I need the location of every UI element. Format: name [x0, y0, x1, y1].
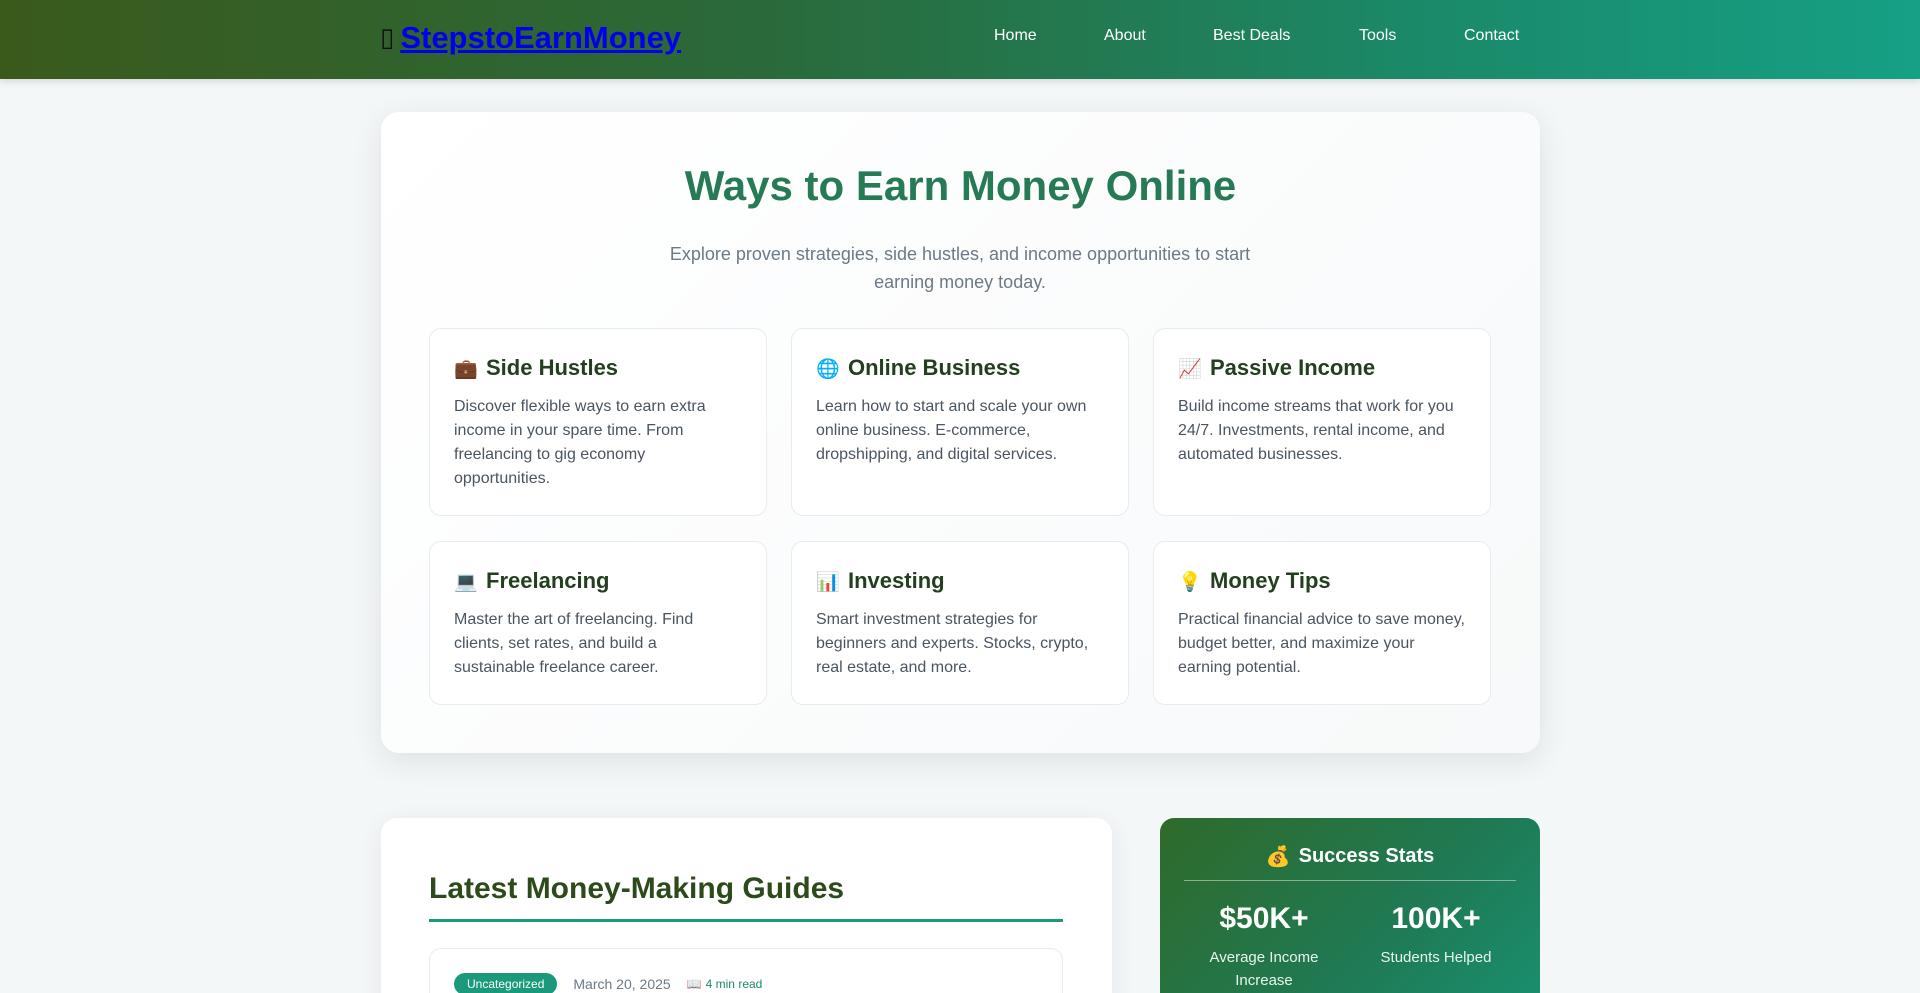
- card-description: Learn how to start and scale your own on…: [816, 398, 1087, 463]
- stats-title: 💰 Success Stats: [1160, 844, 1540, 869]
- hero-section: Ways to Earn Money Online Explore proven…: [381, 112, 1540, 753]
- nav-tools[interactable]: Tools: [1359, 27, 1396, 45]
- category-card-money-tips[interactable]: 💡 Money Tips Practical financial advice …: [1153, 541, 1491, 705]
- card-description: Smart investment strategies for beginner…: [816, 611, 1089, 676]
- category-card-passive-income[interactable]: 📈 Passive Income Build income streams th…: [1153, 328, 1491, 516]
- hero-title: Ways to Earn Money Online: [684, 162, 1237, 209]
- post-date: March 20, 2025: [573, 976, 671, 992]
- read-time-label: 4 min read: [705, 977, 763, 991]
- post-card[interactable]: Uncategorized March 20, 2025 📖 4 min rea…: [429, 948, 1063, 993]
- stat-label: Students Helped: [1380, 949, 1492, 966]
- section-title: Latest Money-Making Guides: [429, 872, 845, 905]
- category-card-side-hustles[interactable]: 💼 Side Hustles Discover flexible ways to…: [429, 328, 767, 516]
- lightbulb-icon: 💡: [1178, 570, 1202, 593]
- laptop-icon: 💻: [454, 570, 478, 593]
- nav-home[interactable]: Home: [994, 27, 1037, 45]
- read-time: 📖 4 min read: [687, 977, 763, 991]
- card-header: 💡 Money Tips: [1178, 568, 1466, 594]
- nav-about[interactable]: About: [1104, 27, 1146, 45]
- latest-guides-section: Latest Money-Making Guides Uncategorized…: [381, 818, 1112, 993]
- nav-best-deals[interactable]: Best Deals: [1213, 27, 1290, 45]
- stat-label: Average Income Increase: [1209, 949, 1319, 989]
- stat-item: 100K+ Students Helped: [1356, 902, 1516, 969]
- category-card-investing[interactable]: 📊 Investing Smart investment strategies …: [791, 541, 1129, 705]
- stat-value: $50K+: [1219, 902, 1309, 935]
- card-description: Practical financial advice to save money…: [1178, 611, 1465, 676]
- card-header: 💻 Freelancing: [454, 568, 742, 594]
- post-meta: Uncategorized March 20, 2025 📖 4 min rea…: [454, 973, 762, 993]
- card-title: Passive Income: [1210, 355, 1376, 380]
- money-bag-icon: 💰: [1265, 846, 1291, 868]
- card-title: Online Business: [848, 355, 1021, 380]
- stats-divider: [1184, 880, 1516, 881]
- briefcase-icon: 💼: [454, 357, 478, 380]
- book-icon: 📖: [686, 977, 702, 991]
- success-stats-widget: 💰 Success Stats $50K+ Average Income Inc…: [1160, 818, 1540, 993]
- card-header: 📈 Passive Income: [1178, 355, 1466, 381]
- card-description: Discover flexible ways to earn extra inc…: [454, 398, 706, 487]
- stats-title-label: Success Stats: [1298, 845, 1435, 867]
- category-badge[interactable]: Uncategorized: [454, 973, 558, 993]
- globe-icon: 🌐: [816, 357, 840, 380]
- card-description: Master the art of freelancing. Find clie…: [454, 611, 694, 676]
- bar-chart-icon: 📊: [816, 570, 840, 593]
- card-description: Build income streams that work for you 2…: [1178, 398, 1454, 463]
- site-header: ▯ StepstoEarnMoney Home About Best Deals…: [0, 0, 1920, 79]
- main-nav: Home About Best Deals Tools Contact: [0, 27, 1920, 51]
- card-header: 🌐 Online Business: [816, 355, 1104, 381]
- card-title: Freelancing: [486, 568, 610, 593]
- category-card-online-business[interactable]: 🌐 Online Business Learn how to start and…: [791, 328, 1129, 516]
- card-header: 📊 Investing: [816, 568, 1104, 594]
- card-title: Side Hustles: [486, 355, 619, 380]
- card-header: 💼 Side Hustles: [454, 355, 742, 381]
- nav-contact[interactable]: Contact: [1464, 27, 1519, 45]
- stat-item: $50K+ Average Income Increase: [1184, 902, 1344, 992]
- chart-up-icon: 📈: [1178, 357, 1202, 380]
- card-title: Money Tips: [1210, 568, 1331, 593]
- title-underline: [429, 919, 1063, 922]
- stat-value: 100K+: [1391, 902, 1481, 935]
- hero-subtitle: Explore proven strategies, side hustles,…: [669, 244, 1251, 292]
- card-title: Investing: [848, 568, 945, 593]
- category-card-freelancing[interactable]: 💻 Freelancing Master the art of freelanc…: [429, 541, 767, 705]
